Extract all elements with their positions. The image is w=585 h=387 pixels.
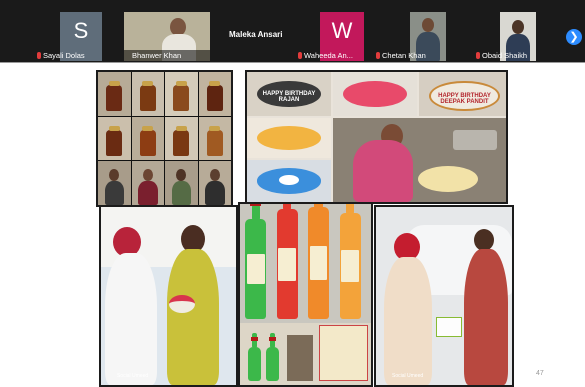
participant-name-maleka[interactable]: Maleka Ansari	[229, 30, 283, 39]
person-body	[384, 257, 432, 385]
shared-slide: HAPPY BIRTHDAY RAJAN HAPPY BIRTHDAY DEEP…	[0, 63, 585, 387]
chevron-right-icon[interactable]: ❯	[566, 29, 582, 45]
person-photo	[131, 161, 164, 205]
person-photo	[287, 335, 314, 381]
bottle	[245, 204, 267, 319]
participant-name-waheeda-wrap: Waheeda An...	[296, 49, 364, 61]
jar-photo	[98, 72, 131, 116]
person-body	[105, 253, 157, 385]
person-photo	[98, 161, 131, 205]
cake-photo	[333, 72, 417, 116]
jar-photo	[165, 116, 198, 161]
cake-text: HAPPY BIRTHDAY DEEPAK PANDIT	[438, 93, 491, 106]
photo-jars-collage	[96, 70, 233, 207]
participant-name: Sayali Dolas	[43, 51, 85, 60]
participant-name: Chetan Khan	[382, 51, 426, 60]
jar-photo	[131, 116, 164, 161]
participant-head	[422, 18, 434, 32]
participant-name: Waheeda An...	[304, 51, 353, 60]
participant-head	[512, 20, 524, 34]
bottle	[339, 204, 361, 319]
person-head	[474, 229, 494, 251]
avatar-initial: S	[73, 18, 89, 43]
jar-photo	[98, 116, 131, 161]
cake-text: HAPPY BIRTHDAY RAJAN	[262, 91, 316, 104]
participant-name: Obaid Shaikh	[482, 51, 528, 60]
cake-photo	[247, 118, 331, 158]
baking-photo	[333, 118, 506, 202]
person-photo	[165, 161, 198, 205]
photo-cake-handover: Social Umeed	[99, 205, 238, 387]
jar-photo	[165, 72, 198, 116]
person-body	[167, 249, 219, 385]
person-body	[464, 249, 508, 385]
gift-box	[436, 317, 462, 337]
participant-name: Bhanwer Khan	[124, 50, 210, 61]
slide-number: 47	[536, 370, 544, 377]
jar-photo	[198, 72, 231, 116]
photo-gift-handover: Social Umeed	[374, 205, 514, 387]
photo-caption: Social Umeed	[117, 373, 149, 379]
person-photo	[198, 161, 231, 205]
bottle	[276, 204, 298, 319]
participant-strip: S Sayali Dolas Bhanwer Khan Maleka Ansar…	[0, 0, 585, 62]
participant-tile-bhanwer[interactable]: Bhanwer Khan	[124, 12, 210, 61]
cake-photo: HAPPY BIRTHDAY DEEPAK PANDIT	[419, 72, 506, 116]
cake	[169, 295, 195, 313]
bottles-bottom-strip	[240, 323, 371, 385]
jar-photo	[198, 116, 231, 161]
photo-cakes-collage: HAPPY BIRTHDAY RAJAN HAPPY BIRTHDAY DEEP…	[245, 70, 508, 204]
participant-name-obaid-wrap: Obaid Shaikh	[474, 49, 536, 61]
cake-photo	[247, 160, 331, 202]
participant-name-sayali-wrap: Sayali Dolas	[35, 49, 97, 61]
photo-caption: Social Umeed	[392, 373, 424, 379]
poster	[318, 325, 368, 381]
participant-name-chetan-wrap: Chetan Khan	[374, 49, 446, 61]
jar-photo	[131, 72, 164, 116]
cake-photo: HAPPY BIRTHDAY RAJAN	[247, 72, 331, 116]
bottle	[308, 204, 330, 319]
avatar-initial: W	[331, 18, 353, 43]
photo-bottles	[238, 202, 373, 387]
